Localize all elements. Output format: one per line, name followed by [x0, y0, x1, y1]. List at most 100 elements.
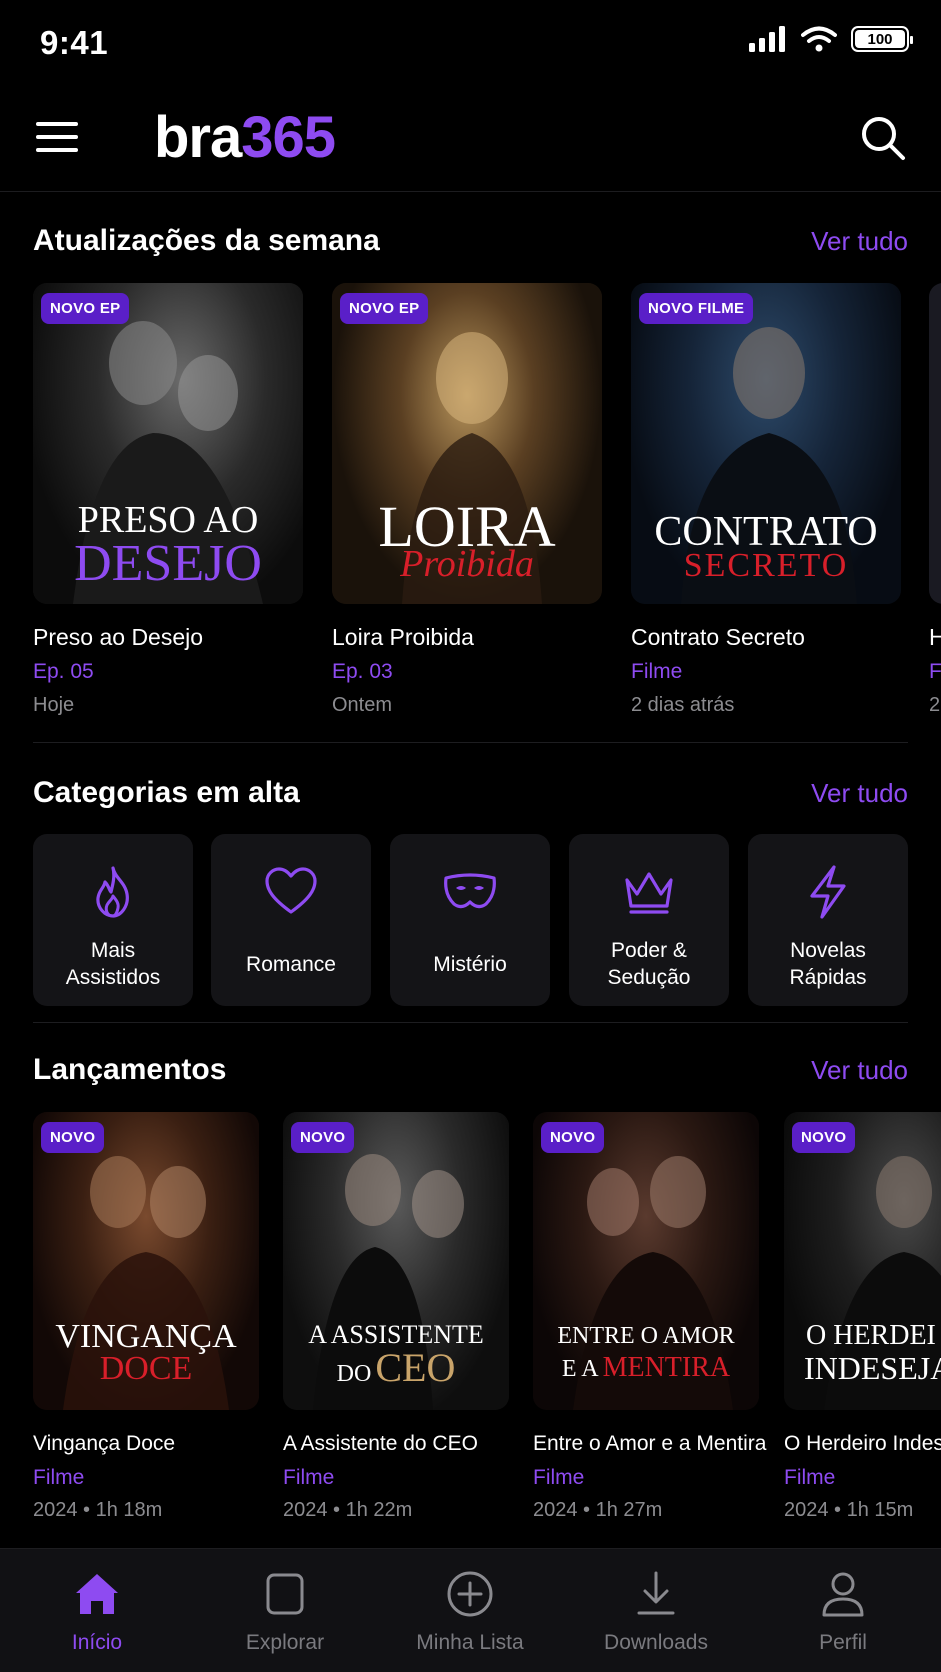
heart-icon	[265, 867, 317, 914]
card-info: 2024 • 1h 15m	[784, 1499, 914, 1521]
card-title[interactable]: A Assistente do CEO	[283, 1432, 478, 1456]
card-title[interactable]: Vingança Doce	[33, 1432, 175, 1456]
menu-button[interactable]	[34, 116, 80, 158]
card-date: 2	[929, 694, 941, 716]
poster-title-line1: PRESO AO	[77, 499, 259, 541]
card-type: Filme	[631, 660, 683, 683]
see-all-link[interactable]: Ver tudo	[811, 226, 908, 257]
card-type: Filme	[283, 1466, 335, 1489]
poster-card[interactable]: NOVO FILME CONTRATO SECRETO	[631, 283, 901, 604]
category-novelas-rapidas[interactable]: Novelas Rápidas	[748, 834, 908, 1006]
poster-title-line2: SECRETO	[683, 547, 849, 584]
plus-circle-icon	[447, 1571, 493, 1617]
badge: NOVO EP	[41, 293, 130, 324]
divider	[33, 742, 908, 743]
see-all-link[interactable]: Ver tudo	[811, 1055, 908, 1086]
square-icon	[266, 1573, 304, 1615]
section-title: Lançamentos	[33, 1053, 227, 1086]
tab-label: Perfil	[819, 1631, 867, 1654]
card-episode: Ep. 03	[332, 660, 393, 683]
section-title: Atualizações da semana	[33, 224, 380, 257]
tab-inicio[interactable]: Início	[3, 1549, 191, 1672]
releases-header: Lançamentos Ver tudo	[33, 1049, 908, 1093]
poster-title-line1: O HERDEI	[806, 1320, 936, 1351]
card-date: Hoje	[33, 694, 75, 716]
card-date: 2 dias atrás	[631, 694, 735, 716]
card-title[interactable]: O Herdeiro Indese	[784, 1432, 941, 1456]
card-type: Filme	[784, 1466, 836, 1489]
tab-label: Downloads	[604, 1631, 708, 1654]
search-button[interactable]	[859, 114, 907, 162]
card-info: 2024 • 1h 22m	[283, 1499, 413, 1521]
mask-icon	[444, 873, 496, 909]
poster-title-line2: Proibida	[400, 543, 534, 585]
search-icon	[862, 117, 905, 160]
poster-card[interactable]: NOVO EP LOIRA Proibida	[332, 283, 602, 604]
badge: NOVO EP	[340, 293, 429, 324]
category-label: Poder & Sedução	[607, 939, 691, 989]
card-type: F	[929, 660, 941, 683]
tab-explorar[interactable]: Explorar	[191, 1549, 379, 1672]
app-logo[interactable]: bra365	[154, 104, 336, 171]
badge: NOVO	[41, 1122, 105, 1153]
tab-downloads[interactable]: Downloads	[562, 1549, 750, 1672]
lightning-icon	[810, 865, 846, 919]
poster-title-line2: E A MENTIRA	[561, 1352, 731, 1383]
card-title[interactable]: Entre o Amor e a Mentira	[533, 1432, 766, 1456]
crown-icon	[625, 872, 673, 914]
tab-label: Explorar	[245, 1631, 325, 1654]
poster-title-line2: DOCE	[99, 1350, 193, 1387]
poster-card[interactable]: NOVO A ASSISTENTE DO CEO	[283, 1112, 509, 1410]
category-misterio[interactable]: Mistério	[390, 834, 550, 1006]
poster-title-line2: DO CEO	[336, 1345, 456, 1390]
badge: NOVO FILME	[639, 293, 754, 324]
battery-level: 100	[867, 30, 893, 48]
see-all-link[interactable]: Ver tudo	[811, 778, 908, 809]
card-type: Filme	[533, 1466, 585, 1489]
section-title: Categorias em alta	[33, 776, 300, 809]
category-romance[interactable]: Romance	[211, 834, 371, 1006]
poster-title-line2: INDESEJA	[804, 1350, 941, 1386]
card-episode: Ep. 05	[33, 660, 94, 683]
wifi-icon	[801, 26, 837, 52]
card-title[interactable]: Contrato Secreto	[631, 624, 805, 651]
card-title[interactable]: H	[929, 624, 941, 651]
divider	[33, 1022, 908, 1023]
card-title[interactable]: Loira Proibida	[332, 624, 474, 651]
poster-card[interactable]: NOVO VINGANÇA DOCE	[33, 1112, 259, 1410]
weekly-updates-header: Atualizações da semana Ver tudo	[33, 220, 908, 264]
poster-title-line1: ENTRE O AMOR	[557, 1323, 735, 1349]
badge: NOVO	[291, 1122, 355, 1153]
bottom-tab-bar: Início Explorar Minha Lista Downloads Pe…	[0, 1548, 941, 1672]
poster-card[interactable]: NOVO EP PRESO AO DESEJO	[33, 283, 303, 604]
card-type: Filme	[33, 1466, 85, 1489]
card-title[interactable]: Preso ao Desejo	[33, 624, 203, 651]
category-label: Romance	[246, 952, 336, 976]
app-header: bra365	[0, 86, 941, 192]
status-time: 9:41	[40, 24, 109, 61]
category-poder-seducao[interactable]: Poder & Sedução	[569, 834, 729, 1006]
category-mais-assistidos[interactable]: Mais Assistidos	[33, 834, 193, 1006]
card-info: 2024 • 1h 27m	[533, 1499, 663, 1521]
category-label: Mais Assistidos	[65, 939, 161, 989]
card-date: Ontem	[332, 694, 393, 716]
status-icons: 100	[749, 26, 913, 52]
home-icon	[76, 1574, 118, 1614]
poster-title-line2: DESEJO	[74, 535, 262, 592]
hamburger-icon	[36, 122, 78, 152]
category-label: Novelas Rápidas	[789, 939, 867, 989]
category-label: Mistério	[433, 952, 507, 976]
card-info: 2024 • 1h 18m	[33, 1499, 163, 1521]
signal-icon	[749, 26, 785, 52]
poster-title-line1: VINGANÇA	[55, 1318, 237, 1355]
download-icon	[637, 1571, 675, 1615]
battery-icon: 100	[851, 26, 913, 52]
categories-header: Categorias em alta Ver tudo	[33, 772, 908, 816]
poster-card[interactable]: NOVO O HERDEI INDESEJA	[784, 1112, 941, 1410]
poster-card-peek[interactable]	[929, 283, 941, 604]
user-icon	[822, 1572, 864, 1617]
tab-perfil[interactable]: Perfil	[749, 1549, 937, 1672]
poster-card[interactable]: NOVO ENTRE O AMOR E A MENTIRA	[533, 1112, 759, 1410]
tab-minha-lista[interactable]: Minha Lista	[376, 1549, 564, 1672]
badge: NOVO	[792, 1122, 856, 1153]
